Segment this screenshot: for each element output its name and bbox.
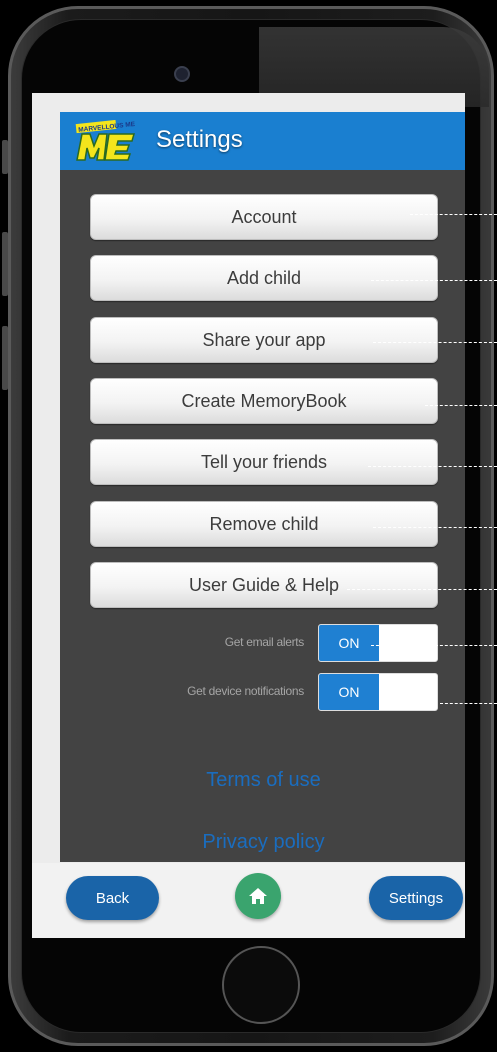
email-alerts-toggle[interactable]: ON <box>318 624 438 662</box>
marvellous-me-logo: MARVELLOUS ME <box>75 120 136 161</box>
app-header: MARVELLOUS ME Settings <box>60 112 465 170</box>
settings-button[interactable]: Settings <box>369 876 463 920</box>
user-guide-button[interactable]: User Guide & Help <box>90 562 438 608</box>
create-memorybook-button[interactable]: Create MemoryBook <box>90 378 438 424</box>
leader-line <box>347 589 497 590</box>
device-home-button <box>222 946 300 1024</box>
leader-line <box>410 214 497 215</box>
app-screen: MARVELLOUS ME Settings Account Add child… <box>32 93 465 938</box>
mute-switch <box>2 140 8 174</box>
volume-down-button <box>2 326 8 390</box>
device-notifications-state: ON <box>319 674 379 710</box>
email-alerts-label: Get email alerts <box>224 635 305 649</box>
email-alerts-state: ON <box>319 625 379 661</box>
leader-line <box>440 703 497 704</box>
leader-line <box>371 645 497 646</box>
device-notifications-label: Get device notifications <box>187 684 304 698</box>
leader-line <box>368 466 497 467</box>
email-alerts-row: Get email alerts ON <box>60 624 465 662</box>
leader-line <box>371 280 497 281</box>
front-camera-icon <box>174 66 190 82</box>
privacy-policy-link[interactable]: Privacy policy <box>60 831 465 854</box>
volume-up-button <box>2 232 8 296</box>
home-button[interactable] <box>235 873 281 919</box>
tell-friends-button[interactable]: Tell your friends <box>90 439 438 485</box>
leader-line <box>425 405 497 406</box>
page-title: Settings <box>156 126 243 153</box>
back-button[interactable]: Back <box>66 876 159 920</box>
account-button[interactable]: Account <box>90 194 438 240</box>
share-app-button[interactable]: Share your app <box>90 317 438 363</box>
bottom-nav-bar: Back Settings <box>32 863 465 938</box>
home-icon <box>249 888 267 904</box>
device-notifications-row: Get device notifications ON <box>60 673 465 711</box>
leader-line <box>373 342 497 343</box>
leader-line <box>373 527 497 528</box>
remove-child-button[interactable]: Remove child <box>90 501 438 547</box>
settings-panel: MARVELLOUS ME Settings Account Add child… <box>60 112 465 862</box>
device-notifications-toggle[interactable]: ON <box>318 673 438 711</box>
terms-of-use-link[interactable]: Terms of use <box>60 769 465 792</box>
add-child-button[interactable]: Add child <box>90 255 438 301</box>
